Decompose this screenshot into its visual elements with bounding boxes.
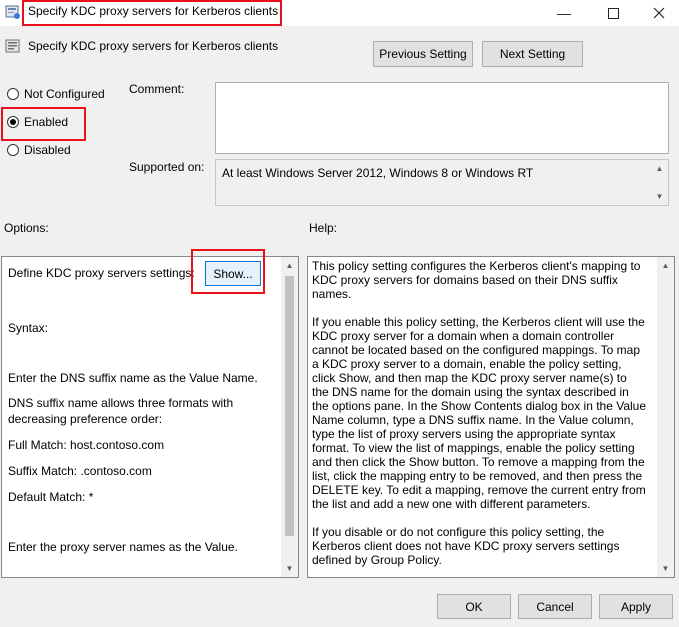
comment-field[interactable] — [215, 82, 669, 154]
minimize-icon[interactable]: — — [541, 0, 587, 26]
options-text-line: Suffix Match: .contoso.com — [8, 464, 152, 478]
options-scrollbar[interactable]: ▲ ▼ — [281, 257, 298, 577]
cancel-button[interactable]: Cancel — [518, 594, 592, 619]
previous-setting-button[interactable]: Previous Setting — [373, 41, 473, 67]
options-text-line: Default Match: * — [8, 490, 94, 504]
ok-button[interactable]: OK — [437, 594, 511, 619]
radio-label: Disabled — [24, 143, 71, 157]
enabled-highlight — [1, 107, 86, 141]
options-text-line: Syntax: — [8, 321, 49, 335]
scroll-up-icon[interactable]: ▲ — [281, 257, 298, 274]
help-paragraph: If you disable or do not configure this … — [312, 525, 620, 567]
radio-circle[interactable] — [7, 88, 19, 100]
options-text-line: DNS suffix name allows three formats wit… — [8, 396, 234, 410]
help-text: This policy setting configures the Kerbe… — [312, 259, 647, 577]
apply-button[interactable]: Apply — [599, 594, 673, 619]
options-text-line: decreasing preference order: — [8, 412, 163, 426]
scroll-up-icon[interactable]: ▲ — [651, 160, 668, 177]
setting-icon — [5, 39, 20, 53]
options-text-line: Enter the DNS suffix name as the Value N… — [8, 371, 258, 385]
help-scrollbar[interactable]: ▲ ▼ — [657, 257, 674, 577]
scroll-down-icon[interactable]: ▼ — [651, 188, 668, 205]
title-highlight — [22, 0, 282, 26]
supported-value: At least Windows Server 2012, Windows 8 … — [222, 166, 534, 180]
scroll-thumb[interactable] — [285, 276, 294, 536]
define-label: Define KDC proxy servers settings: — [8, 266, 195, 280]
options-text-line: Full Match: host.contoso.com — [8, 438, 165, 452]
radio-circle[interactable] — [7, 144, 19, 156]
help-paragraph: This policy setting configures the Kerbe… — [312, 259, 641, 301]
maximize-icon[interactable] — [590, 0, 636, 26]
radio-not-configured[interactable]: Not Configured — [7, 87, 105, 101]
comment-label: Comment: — [129, 82, 185, 96]
supported-field: At least Windows Server 2012, Windows 8 … — [215, 159, 669, 206]
close-icon[interactable] — [636, 0, 679, 26]
scroll-down-icon[interactable]: ▼ — [281, 560, 298, 577]
scroll-up-icon[interactable]: ▲ — [657, 257, 674, 274]
options-pane: Define KDC proxy servers settings: Show.… — [1, 256, 299, 578]
show-highlight — [191, 249, 265, 294]
next-setting-button[interactable]: Next Setting — [482, 41, 583, 67]
help-label: Help: — [309, 221, 338, 235]
title-bar: Specify KDC proxy servers for Kerberos c… — [0, 0, 679, 26]
help-pane: This policy setting configures the Kerbe… — [307, 256, 675, 578]
supported-label: Supported on: — [129, 160, 205, 174]
radio-disabled[interactable]: Disabled — [7, 143, 71, 157]
policy-icon — [5, 5, 20, 19]
radio-label: Not Configured — [24, 87, 105, 101]
scroll-down-icon[interactable]: ▼ — [657, 560, 674, 577]
help-paragraph: If you enable this policy setting, the K… — [312, 315, 647, 511]
setting-title: Specify KDC proxy servers for Kerberos c… — [28, 39, 279, 53]
supported-scrollbar[interactable]: ▲ ▼ — [651, 160, 668, 205]
options-label: Options: — [4, 221, 49, 235]
options-text-line: Enter the proxy server names as the Valu… — [8, 540, 238, 554]
